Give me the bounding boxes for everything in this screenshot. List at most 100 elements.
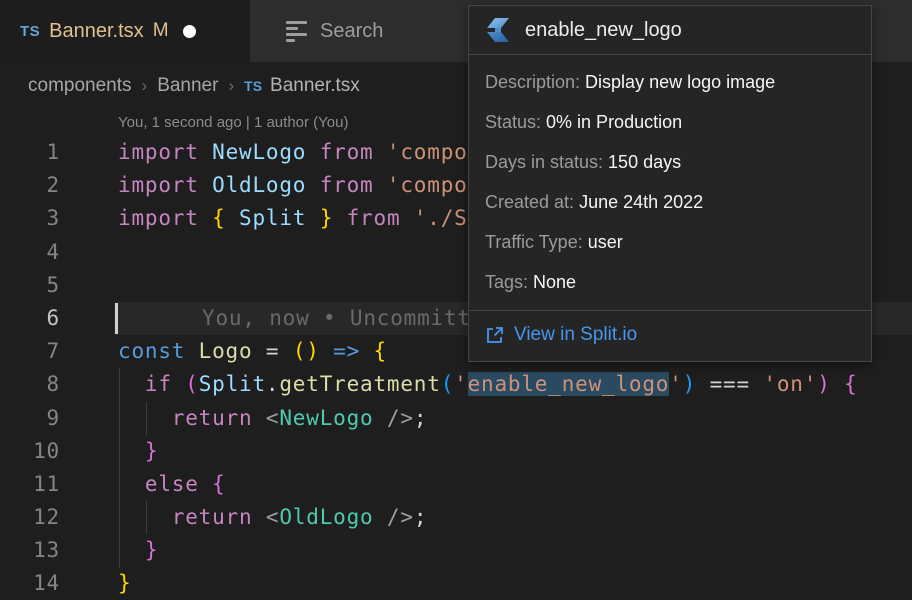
code-token: { [212, 472, 225, 496]
code-token [185, 339, 198, 363]
code-token [373, 140, 386, 164]
view-in-split-label: View in Split.io [514, 324, 637, 346]
code-token [199, 140, 212, 164]
code-token: ' [669, 372, 682, 396]
tab-search[interactable]: Search [250, 0, 383, 62]
tooltip-header: enable_new_logo [469, 6, 871, 54]
code-token: { [212, 206, 225, 230]
line-number: 12 [0, 501, 60, 534]
code-token: ( [441, 372, 454, 396]
code-token [306, 206, 319, 230]
code-token: OldLogo [212, 173, 306, 197]
code-line[interactable]: 11 else { [0, 468, 912, 501]
code-token [750, 372, 763, 396]
code-token [118, 439, 145, 463]
breadcrumb-item-file[interactable]: Banner.tsx [270, 75, 360, 97]
code-token: /> [387, 406, 414, 430]
code-token: = [266, 339, 279, 363]
code-token: () [293, 339, 320, 363]
code-token: from [347, 206, 401, 230]
code-token: import [118, 140, 199, 164]
external-link-icon [485, 326, 504, 345]
field-value: Display new logo image [585, 72, 775, 93]
line-number: 2 [0, 169, 60, 202]
code-token: OldLogo [279, 505, 373, 529]
line-number: 13 [0, 534, 60, 567]
code-token: { [374, 339, 387, 363]
view-in-split-link[interactable]: View in Split.io [469, 311, 871, 361]
tooltip-fields: Description: Display new logo imageStatu… [469, 55, 871, 310]
code-token: } [320, 206, 333, 230]
breadcrumb-item-banner[interactable]: Banner [157, 75, 218, 97]
code-token: const [118, 339, 185, 363]
code-token: ) [683, 372, 696, 396]
code-token: Logo [199, 339, 253, 363]
code-token [360, 339, 373, 363]
line-number: 1 [0, 136, 60, 169]
code-token: 'compo [387, 173, 468, 197]
search-editor-icon [286, 21, 307, 42]
code-token [400, 206, 413, 230]
code-line[interactable]: 9 return <NewLogo />; [0, 402, 912, 435]
line-number: 6 [0, 302, 60, 335]
line-number: 7 [0, 335, 60, 368]
code-token [320, 339, 333, 363]
inline-blame-annotation: You, now • Uncommitt [202, 302, 471, 335]
code-token: { [844, 372, 857, 396]
code-token: return [172, 406, 253, 430]
code-line[interactable]: 13 } [0, 534, 912, 567]
code-line[interactable]: 14} [0, 567, 912, 600]
code-token: === [710, 372, 750, 396]
line-number: 5 [0, 269, 60, 302]
field-value: 150 days [608, 152, 681, 173]
field-label: Days in status: [485, 152, 608, 173]
vscode-window: TS Banner.tsx M Search components › Bann… [0, 0, 912, 600]
code-token [306, 140, 319, 164]
split-io-logo-icon [485, 17, 511, 43]
field-value: 0% in Production [546, 112, 682, 133]
typescript-file-icon: TS [20, 23, 40, 40]
line-number: 8 [0, 368, 60, 401]
code-token: import [118, 173, 199, 197]
line-number: 10 [0, 435, 60, 468]
code-token: './S [414, 206, 468, 230]
code-line[interactable]: 10 } [0, 435, 912, 468]
line-number: 3 [0, 202, 60, 235]
code-token: 'on' [763, 372, 817, 396]
code-token: enable_new_logo [468, 372, 670, 396]
code-token [831, 372, 844, 396]
chevron-right-icon: › [142, 76, 148, 96]
code-token: ) [817, 372, 830, 396]
code-token [172, 372, 185, 396]
tab-banner-tsx[interactable]: TS Banner.tsx M [0, 0, 250, 62]
git-modified-badge: M [153, 20, 169, 42]
field-label: Traffic Type: [485, 232, 588, 253]
code-token: ; [414, 406, 427, 430]
code-token [199, 472, 212, 496]
code-token [373, 505, 386, 529]
line-number: 14 [0, 567, 60, 600]
code-line[interactable]: 12 return <OldLogo />; [0, 501, 912, 534]
code-line[interactable]: 8 if (Split.getTreatment('enable_new_log… [0, 368, 912, 401]
tooltip-field-row: Description: Display new logo image [485, 62, 855, 102]
codelens-blame[interactable]: You, 1 second ago | 1 author (You) [118, 110, 348, 136]
code-token: < [266, 505, 279, 529]
tooltip-field-row: Days in status: 150 days [485, 142, 855, 182]
tooltip-field-row: Traffic Type: user [485, 222, 855, 262]
code-token: Split [239, 206, 306, 230]
code-token: . [266, 372, 279, 396]
code-token: } [145, 439, 158, 463]
code-token: ' [454, 372, 467, 396]
code-token: getTreatment [279, 372, 440, 396]
breadcrumb-item-components[interactable]: components [28, 75, 132, 97]
code-token: return [172, 505, 253, 529]
code-token: 'compo [387, 140, 468, 164]
code-token: => [333, 339, 360, 363]
code-token: ( [185, 372, 198, 396]
code-token: < [266, 406, 279, 430]
tab-search-label: Search [320, 20, 383, 43]
code-token: } [145, 538, 158, 562]
split-feature-flag-tooltip: enable_new_logo Description: Display new… [468, 5, 872, 362]
unsaved-changes-dot[interactable] [183, 25, 196, 38]
tooltip-field-row: Tags: None [485, 262, 855, 302]
